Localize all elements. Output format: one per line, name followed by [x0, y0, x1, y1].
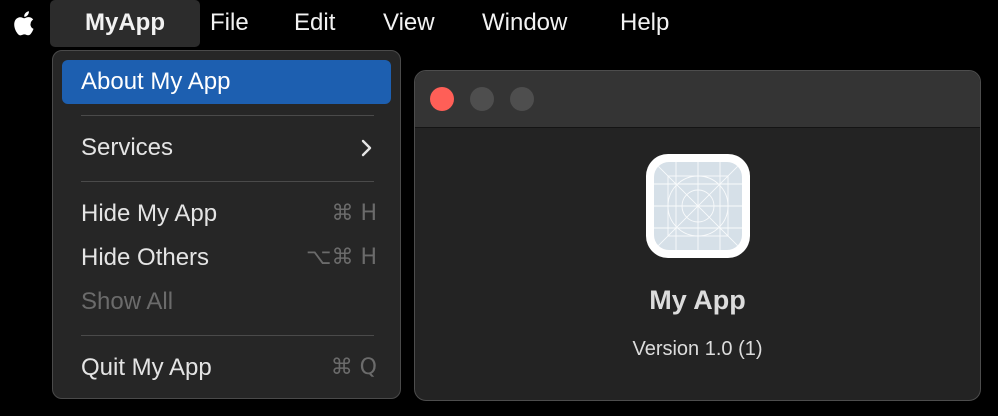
- menu-item-label: Hide My App: [81, 200, 218, 227]
- menu-bar: MyApp File Edit View Window Help: [0, 0, 998, 47]
- window-titlebar[interactable]: [415, 71, 980, 128]
- minimize-button: [470, 87, 494, 111]
- chevron-right-icon: [361, 139, 373, 157]
- about-window: My App Version 1.0 (1): [414, 70, 981, 401]
- menu-item-label: Show All: [81, 288, 174, 315]
- menu-separator: [81, 181, 374, 182]
- menu-view[interactable]: View: [383, 0, 435, 46]
- shortcut-hide-app: ⌘ H: [331, 201, 377, 226]
- zoom-button: [510, 87, 534, 111]
- menu-item-quit[interactable]: Quit My App ⌘ Q: [62, 346, 391, 390]
- app-version: Version 1.0 (1): [632, 338, 763, 360]
- menu-item-label: About My App: [81, 68, 231, 95]
- menu-item-about[interactable]: About My App: [62, 60, 391, 104]
- menu-item-label: Hide Others: [81, 244, 210, 271]
- menu-item-hide-others[interactable]: Hide Others ⌥⌘ H: [62, 236, 391, 280]
- menu-item-services[interactable]: Services: [62, 126, 391, 170]
- app-icon-grid: [654, 162, 742, 250]
- app-menu-dropdown: About My App Services Hide My App ⌘ H Hi…: [52, 50, 401, 399]
- menu-item-label: Quit My App: [81, 354, 212, 381]
- menu-help[interactable]: Help: [620, 0, 669, 46]
- screen: MyApp File Edit View Window Help About M…: [0, 0, 998, 416]
- shortcut-quit: ⌘ Q: [330, 355, 377, 380]
- menu-separator: [81, 335, 374, 336]
- close-button[interactable]: [430, 87, 454, 111]
- menu-separator: [81, 115, 374, 116]
- menu-file[interactable]: File: [210, 0, 249, 46]
- shortcut-hide-others: ⌥⌘ H: [306, 245, 377, 270]
- app-icon: [646, 154, 750, 258]
- app-name: My App: [649, 285, 746, 315]
- menu-window[interactable]: Window: [482, 0, 567, 46]
- menu-item-show-all: Show All: [62, 280, 391, 324]
- menu-item-label: Services: [81, 134, 174, 161]
- menu-myapp[interactable]: MyApp: [50, 0, 200, 47]
- menu-edit[interactable]: Edit: [294, 0, 335, 46]
- menu-item-hide-app[interactable]: Hide My App ⌘ H: [62, 192, 391, 236]
- apple-logo-icon[interactable]: [11, 8, 39, 38]
